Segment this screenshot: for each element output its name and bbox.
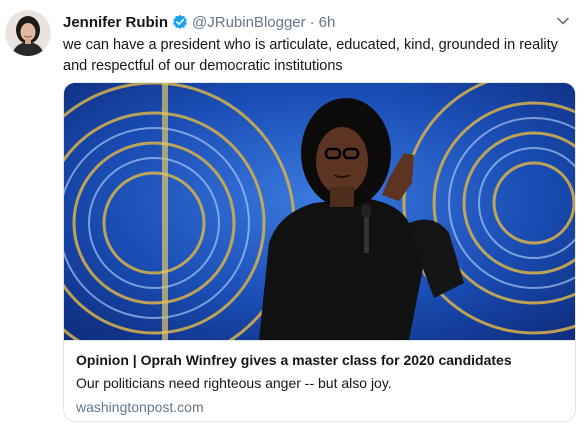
tweet: Jennifer Rubin @JRubinBlogger · 6h we ca… (0, 0, 580, 425)
author-avatar[interactable] (5, 10, 51, 56)
tweet-timestamp[interactable]: 6h (319, 14, 336, 31)
separator-dot: · (309, 13, 315, 31)
chevron-down-icon[interactable] (556, 14, 570, 28)
card-domain: washingtonpost.com (76, 399, 204, 415)
card-photo (64, 83, 575, 340)
link-preview-card[interactable]: Opinion | Oprah Winfrey gives a master c… (63, 82, 576, 422)
card-title[interactable]: Opinion | Oprah Winfrey gives a master c… (76, 352, 512, 368)
tweet-header: Jennifer Rubin @JRubinBlogger · 6h (63, 12, 335, 32)
tweet-text: we can have a president who is articulat… (63, 37, 558, 74)
verified-badge-icon (172, 14, 188, 30)
card-image[interactable] (64, 83, 575, 340)
author-handle[interactable]: @JRubinBlogger (192, 14, 306, 31)
card-description: Our politicians need righteous anger -- … (76, 375, 392, 391)
avatar-photo (5, 10, 51, 56)
card-body: Opinion | Oprah Winfrey gives a master c… (64, 340, 575, 421)
author-display-name[interactable]: Jennifer Rubin (63, 14, 168, 31)
